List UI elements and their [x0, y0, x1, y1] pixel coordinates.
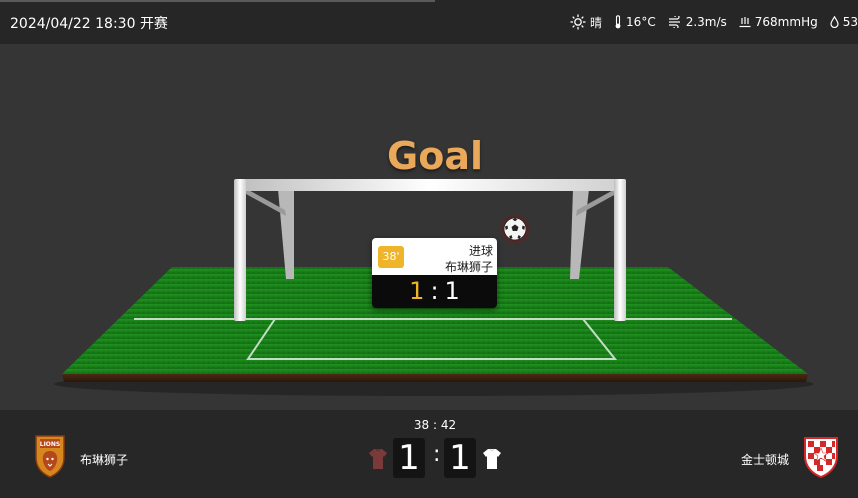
- away-shirt-icon: [483, 448, 501, 469]
- weather-pressure: 768mmHg: [739, 15, 818, 29]
- wind-icon: [668, 16, 680, 28]
- event-score-separator: :: [430, 277, 439, 305]
- event-score-home: 1: [409, 277, 425, 305]
- event-team: 布琳狮子: [444, 260, 493, 274]
- away-team-name: 金士顿城: [741, 453, 790, 467]
- score-separator: :: [433, 442, 441, 467]
- event-card-header: 38' 进球 布琳狮子: [372, 238, 497, 275]
- top-bar: 2024/04/22 18:30 开赛 晴 16°C 2.3m/s 768mmH…: [0, 0, 858, 44]
- droplet-icon: [830, 16, 839, 28]
- sun-icon: [570, 14, 586, 30]
- match-datetime: 2024/04/22 18:30 开赛: [10, 16, 168, 32]
- pitch-soil: [62, 374, 808, 382]
- home-team-name: 布琳狮子: [80, 453, 129, 467]
- pressure-text: 768mmHg: [754, 15, 818, 29]
- wind-text: 2.3m/s: [685, 15, 727, 29]
- match-clock: 38 : 42: [413, 418, 457, 432]
- svg-text:LIONS: LIONS: [40, 441, 61, 448]
- goal-event-card: 38' 进球 布琳狮子 1:1: [372, 238, 497, 308]
- match-animation-stage: Goal 38' 进球 布琳狮子 1: 1: [0, 44, 858, 410]
- thermometer-icon: [615, 15, 621, 29]
- progress-accent: [0, 0, 435, 2]
- pressure-icon: [739, 17, 751, 28]
- home-team-crest: LIONS: [35, 435, 65, 478]
- home-shirt-icon: [369, 448, 387, 469]
- weather-condition: 晴: [570, 14, 602, 31]
- ball: [499, 213, 531, 245]
- home-score: 1: [393, 438, 425, 478]
- weather-condition-text: 晴: [590, 15, 603, 30]
- away-team-crest: [804, 437, 838, 478]
- football-icon: [503, 217, 527, 241]
- event-type: 进球: [468, 244, 493, 258]
- away-score: 1: [444, 438, 476, 478]
- event-score: 1:1: [372, 275, 497, 308]
- pitch-scene: [54, 179, 814, 396]
- event-score-away: 1: [444, 277, 460, 305]
- weather-temperature: 16°C: [614, 15, 656, 29]
- scoreboard-bar: LIONS 布琳狮子 38 : 42 1 : 1 金士顿城: [0, 410, 858, 498]
- weather-humidity: 53: [830, 15, 858, 29]
- humidity-text: 53: [842, 15, 858, 29]
- weather-bar: 晴 16°C 2.3m/s 768mmHg 53: [570, 13, 858, 31]
- temperature-text: 16°C: [626, 15, 656, 29]
- event-minute-badge: 38': [378, 246, 404, 268]
- weather-wind: 2.3m/s: [668, 15, 727, 29]
